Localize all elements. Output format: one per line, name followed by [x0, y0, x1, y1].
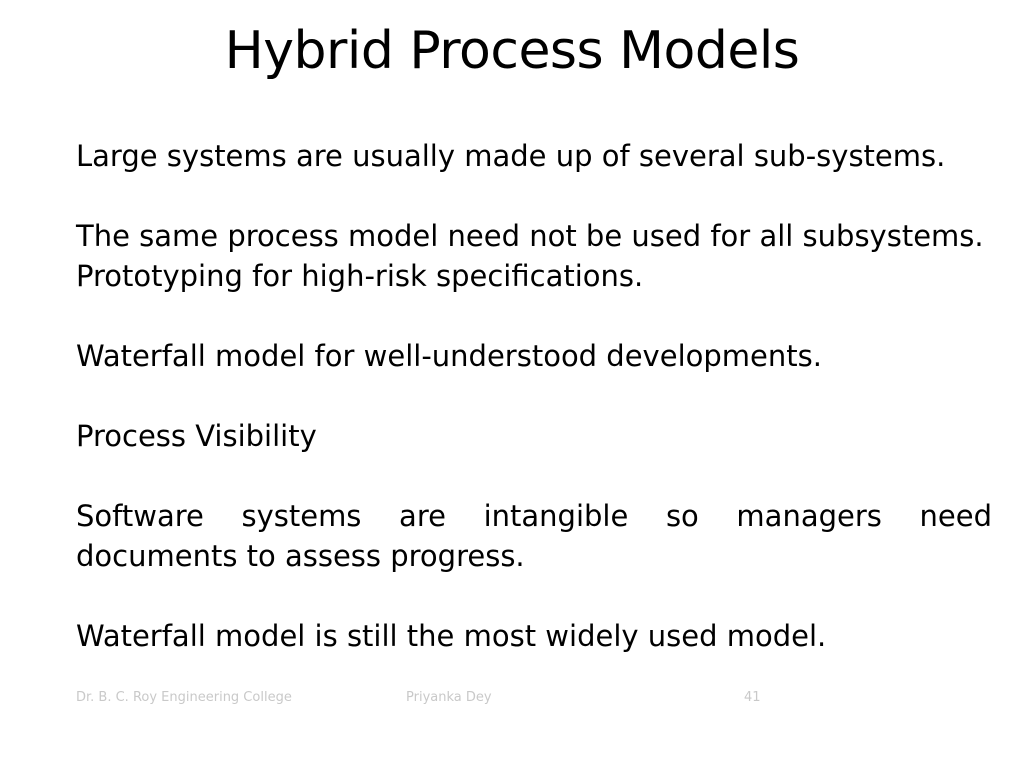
page-title: Hybrid Process Models — [224, 21, 800, 81]
slide: Hybrid Process Models Dr. B. C. Roy Engi… — [0, 0, 1024, 768]
footer-slide-number: 41 — [744, 690, 761, 705]
body-paragraph-3: Prototyping for high-risk specifications… — [76, 259, 644, 293]
body-paragraph-4: Waterfall model for well-understood deve… — [76, 339, 822, 373]
slide-body: Large systems are usually made up of sev… — [76, 136, 992, 656]
body-paragraph-6: Waterfall model is still the most widely… — [76, 619, 827, 653]
footer-author: Priyanka Dey — [406, 690, 492, 705]
footer-institution: Dr. B. C. Roy Engineering College — [76, 690, 292, 705]
body-paragraph-5: Software systems are intangible so manag… — [76, 499, 992, 573]
body-paragraph-2: The same process model need not be used … — [76, 219, 984, 253]
body-paragraph-1: Large systems are usually made up of sev… — [76, 139, 946, 173]
body-heading-process-visibility: Process Visibility — [76, 419, 317, 453]
slide-footer: Dr. B. C. Roy Engineering College Priyan… — [76, 688, 992, 708]
